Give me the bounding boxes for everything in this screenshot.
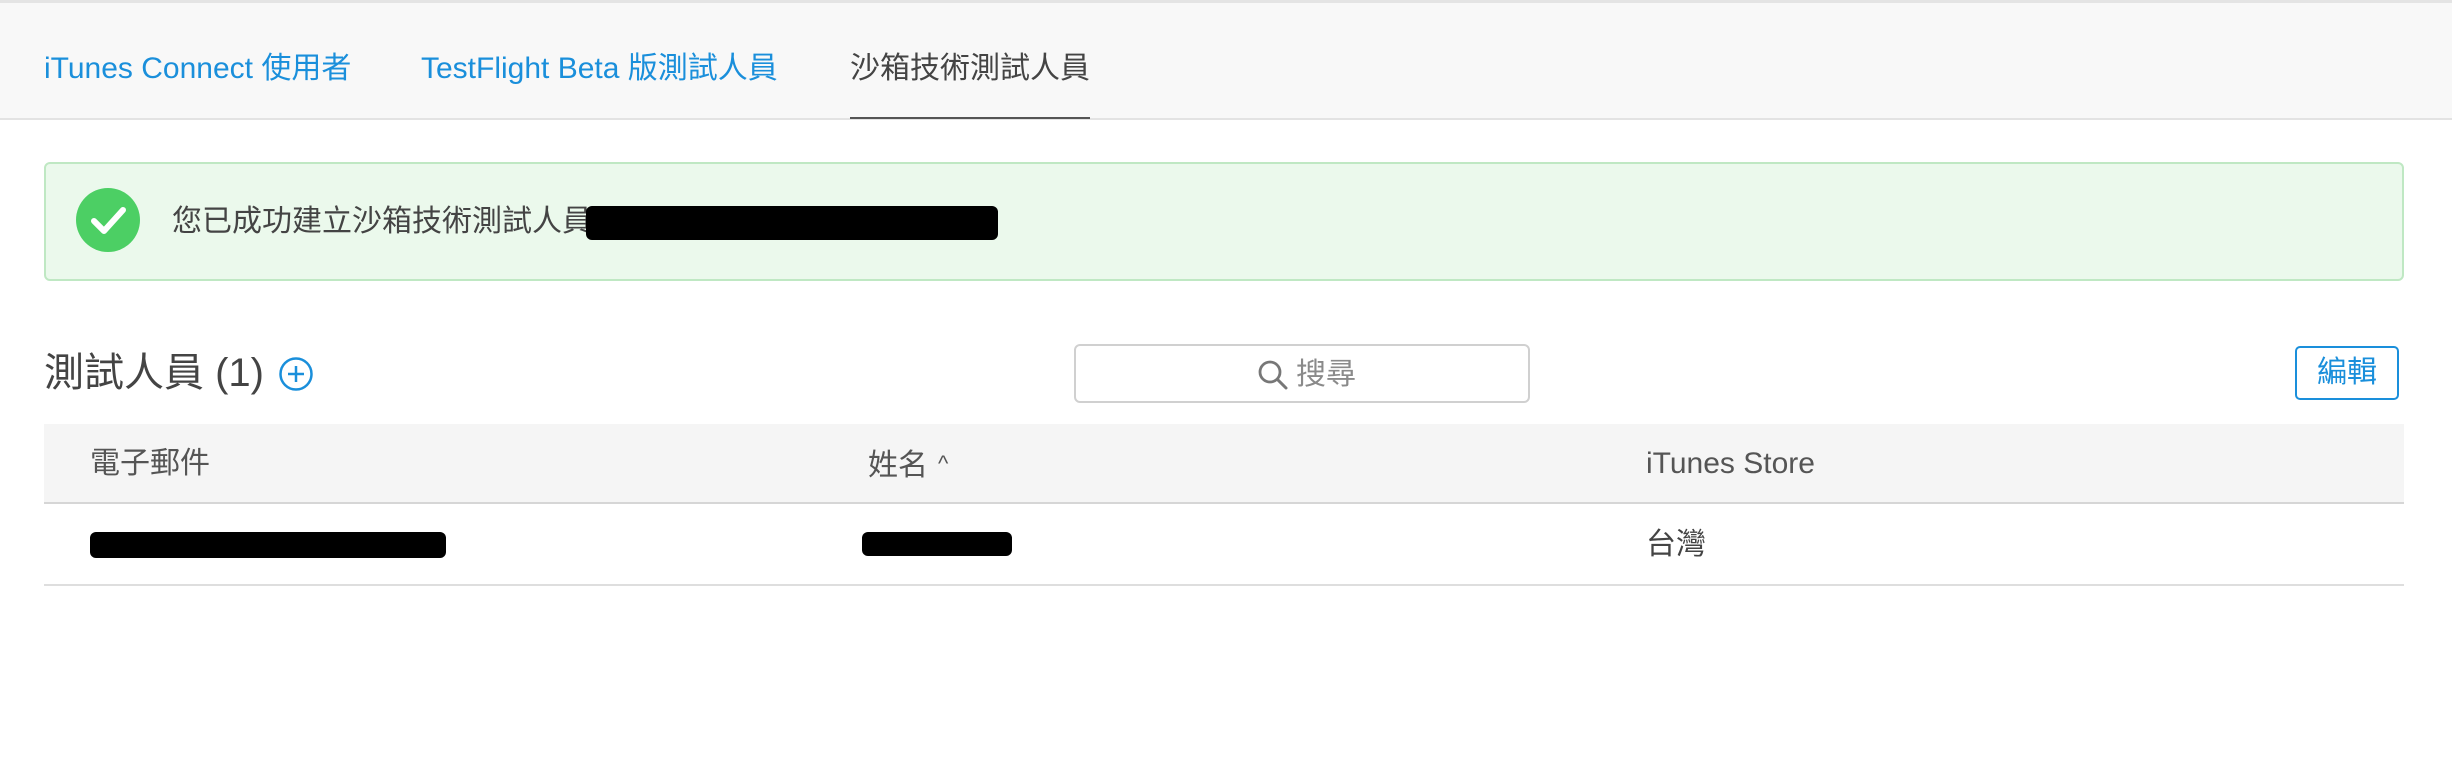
plus-circle-icon[interactable] [278,356,314,392]
redacted-name-cell [862,532,1012,556]
active-tab-indicator [850,117,1090,119]
column-header-itunes-store[interactable]: iTunes Store [1646,444,1815,484]
search-icon [1258,360,1288,390]
table-header: 電子郵件 姓名 ^ iTunes Store [44,424,2404,504]
search-box[interactable] [1074,344,1530,403]
testers-heading: 測試人員 (1) [44,351,264,395]
search-input[interactable] [1294,356,1518,394]
tab-sandbox-testers[interactable]: 沙箱技術測試人員 [850,49,1090,89]
edit-button[interactable]: 編輯 [2295,346,2399,400]
column-header-name[interactable]: 姓名 ^ [868,444,948,486]
alert-message: 您已成功建立沙箱技術測試人員 [172,205,592,238]
checkmark-circle-icon [76,188,140,252]
success-alert: 您已成功建立沙箱技術測試人員 [44,162,2404,281]
tab-testflight-beta-testers[interactable]: TestFlight Beta 版測試人員 [421,49,778,89]
sort-ascending-icon: ^ [938,451,949,476]
tab-itunes-connect-users[interactable]: iTunes Connect 使用者 [44,49,351,89]
redacted-email [586,206,998,240]
table-row[interactable]: 台灣 [44,504,2404,586]
column-header-name-label: 姓名 [868,449,928,482]
column-header-email[interactable]: 電子郵件 [90,444,210,484]
tab-bar: iTunes Connect 使用者 TestFlight Beta 版測試人員… [0,0,2452,120]
itunes-store-cell: 台灣 [1646,528,1706,561]
redacted-email-cell [90,532,446,558]
